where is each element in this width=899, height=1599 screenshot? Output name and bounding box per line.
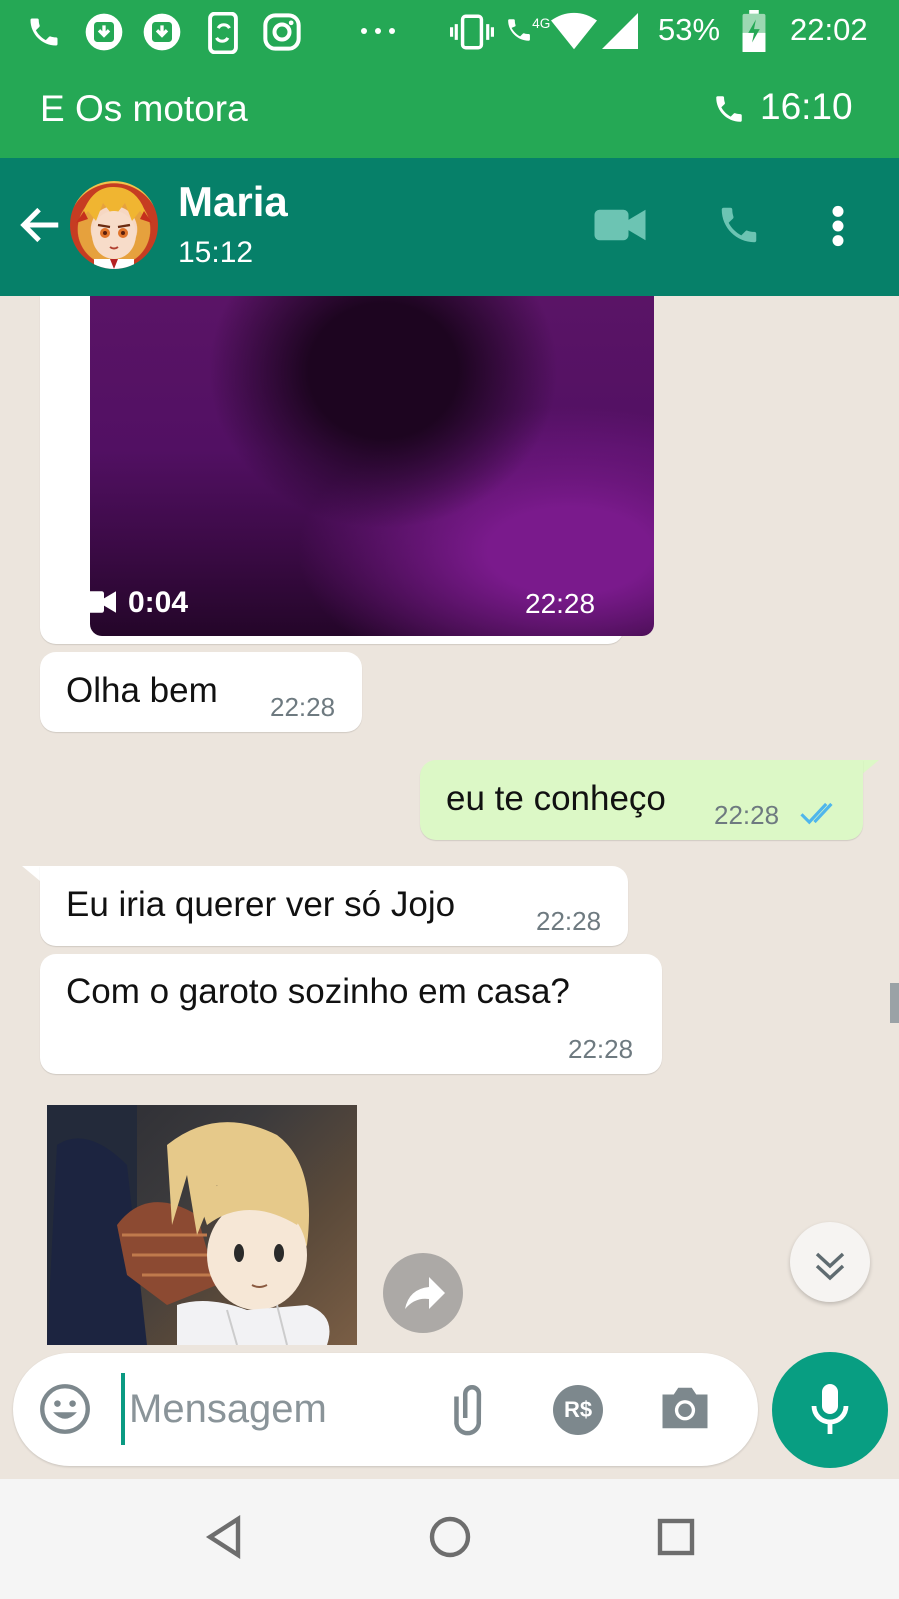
double-chevron-down-icon — [815, 1252, 845, 1281]
message-bubble-incoming[interactable]: Eu iria querer ver só Jojo 22:28 — [40, 866, 628, 946]
vibrate-icon — [450, 14, 494, 50]
ongoing-call-banner[interactable]: E Os motora 16:10 — [0, 64, 899, 158]
status-time: 22:02 — [790, 12, 868, 47]
message-time: 22:28 — [536, 906, 602, 936]
battery-percentage: 53% — [658, 12, 721, 47]
payment-button[interactable]: R$ — [553, 1385, 603, 1435]
avatar[interactable] — [70, 181, 158, 269]
download-icon — [85, 13, 123, 51]
contact-name[interactable]: Maria — [178, 178, 288, 226]
message-time: 22:28 — [270, 692, 336, 722]
anime-character-image — [47, 1105, 330, 1345]
mic-button[interactable] — [772, 1352, 888, 1468]
avatar-image — [76, 186, 152, 269]
forward-icon — [405, 1277, 445, 1309]
message-text: Eu iria querer ver só Jojo — [66, 885, 456, 924]
nav-back-icon[interactable] — [204, 1515, 244, 1559]
more-dots-icon — [361, 28, 395, 34]
status-bar: 4G 53% 22:02 — [0, 0, 899, 64]
wifi-icon — [551, 12, 597, 50]
message-time: 22:28 — [525, 588, 596, 619]
message-text: eu te conheço — [446, 779, 666, 818]
phone-icon — [30, 18, 58, 46]
camera-icon[interactable] — [658, 1383, 712, 1433]
message-bubble-outgoing[interactable]: eu te conheço 22:28 — [420, 760, 863, 840]
message-bubble-incoming[interactable]: Olha bem 22:28 — [40, 652, 362, 732]
phone-icon — [716, 96, 742, 122]
chat-area[interactable]: 0:04 22:28 Olha bem 22:28 eu te conheço … — [0, 296, 899, 1479]
chat-header: Maria 15:12 — [0, 158, 899, 296]
call-timer: 16:10 — [760, 86, 853, 127]
nav-home-icon[interactable] — [428, 1515, 472, 1559]
message-text: Olha bem — [66, 671, 218, 710]
message-time: 22:28 — [568, 1034, 634, 1064]
forward-button[interactable] — [383, 1253, 463, 1333]
instagram-icon — [263, 13, 301, 51]
voice-call-icon[interactable] — [716, 202, 762, 248]
back-arrow-icon[interactable] — [18, 202, 64, 248]
attach-icon[interactable] — [443, 1383, 497, 1437]
system-navigation-bar — [0, 1479, 899, 1599]
video-camera-icon — [80, 591, 116, 613]
video-thumbnail[interactable] — [90, 296, 654, 636]
image-message[interactable] — [47, 1105, 357, 1345]
more-options-icon[interactable] — [830, 204, 846, 248]
nav-recents-icon[interactable] — [656, 1517, 696, 1557]
scrollbar-thumb[interactable] — [890, 983, 899, 1023]
video-call-icon[interactable] — [594, 208, 646, 242]
signal-icon — [602, 13, 638, 49]
call-group-name: E Os motora — [40, 88, 248, 129]
microphone-icon — [811, 1384, 849, 1434]
message-time: 22:28 — [714, 800, 780, 830]
video-duration: 0:04 — [128, 586, 189, 619]
scroll-to-bottom-button[interactable] — [790, 1222, 870, 1302]
emoji-icon[interactable] — [39, 1383, 91, 1435]
battery-icon — [742, 10, 766, 52]
network-type: 4G — [532, 16, 550, 31]
message-bubble-incoming[interactable]: Com o garoto sozinho em casa? 22:28 — [40, 954, 662, 1074]
download-icon — [143, 13, 181, 51]
phone-sync-icon — [208, 12, 238, 54]
contact-subtitle: 15:12 — [178, 236, 254, 269]
wifi-call-icon: 4G — [508, 16, 550, 41]
message-text: Com o garoto sozinho em casa? — [66, 972, 570, 1011]
message-composer: R$ — [13, 1353, 758, 1466]
read-receipt-icon — [800, 802, 833, 825]
message-input[interactable] — [121, 1373, 431, 1445]
